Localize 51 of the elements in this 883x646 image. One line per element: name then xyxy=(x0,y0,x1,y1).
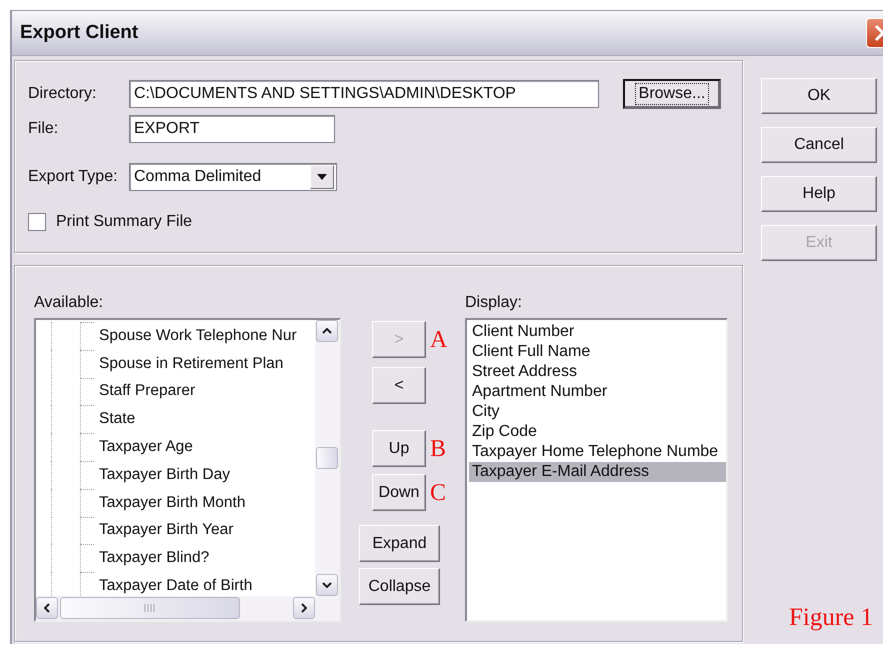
tree-item[interactable]: Spouse in Retirement Plan xyxy=(99,354,284,373)
display-label: Display: xyxy=(465,294,523,312)
directory-label: Directory: xyxy=(28,85,98,103)
horizontal-scrollbar[interactable] xyxy=(36,596,339,620)
display-item[interactable]: Apartment Number xyxy=(469,382,726,402)
display-item[interactable]: Taxpayer E-Mail Address xyxy=(469,462,726,482)
chevron-left-icon xyxy=(44,603,50,613)
move-button[interactable]: < xyxy=(372,367,426,404)
display-item[interactable]: City xyxy=(469,402,726,422)
export-type-label: Export Type: xyxy=(28,168,119,186)
move-button[interactable]: Down xyxy=(372,474,426,511)
print-summary-label: Print Summary File xyxy=(56,213,192,231)
annotation-letter: A xyxy=(430,328,448,352)
annotation-letter: C xyxy=(430,480,446,504)
chevron-up-icon xyxy=(322,328,332,334)
display-item[interactable]: Zip Code xyxy=(469,422,726,442)
dialog-button[interactable]: OK xyxy=(761,78,877,114)
annotation-letter: B xyxy=(430,436,446,460)
window-title: Export Client xyxy=(20,22,138,44)
grip-icon xyxy=(144,604,156,612)
tree-button[interactable]: Expand xyxy=(359,525,440,562)
display-item[interactable]: Taxpayer Home Telephone Numbe xyxy=(469,442,726,462)
scroll-thumb[interactable] xyxy=(316,447,338,469)
file-field[interactable]: EXPORT xyxy=(129,115,335,143)
move-button[interactable]: Up xyxy=(372,430,426,467)
tree-item[interactable]: Taxpayer Blind? xyxy=(99,549,210,568)
tree-item[interactable]: Spouse Work Telephone Nur xyxy=(99,326,297,345)
figure-caption: Figure 1 xyxy=(788,604,873,632)
scroll-thumb[interactable] xyxy=(60,597,240,619)
print-summary-checkbox[interactable] xyxy=(28,213,46,231)
tree-item[interactable]: State xyxy=(99,410,136,428)
display-item[interactable]: Client Number xyxy=(469,322,726,342)
chevron-down-icon xyxy=(322,582,332,588)
display-item[interactable]: Street Address xyxy=(469,362,726,382)
tree-item[interactable]: Taxpayer Age xyxy=(99,438,193,456)
chevron-right-icon xyxy=(301,603,307,613)
tree-item[interactable]: Taxpayer Birth Year xyxy=(99,521,234,540)
tree-item[interactable]: Taxpayer Birth Month xyxy=(99,494,246,512)
dialog-button[interactable]: Cancel xyxy=(761,127,877,163)
tree-button[interactable]: Collapse xyxy=(359,568,440,605)
tree-item[interactable]: Staff Preparer xyxy=(99,382,196,400)
directory-field[interactable]: C:\DOCUMENTS AND SETTINGS\ADMIN\DESKTOP xyxy=(129,80,599,108)
export-type-dropdown[interactable]: Comma Delimited xyxy=(129,163,337,191)
file-label: File: xyxy=(28,120,60,138)
vertical-scrollbar[interactable] xyxy=(315,320,339,596)
tree-item[interactable]: Taxpayer Birth Day xyxy=(99,466,230,484)
dialog-button[interactable]: Help xyxy=(761,176,877,212)
display-item[interactable]: Client Full Name xyxy=(469,342,726,362)
available-label: Available: xyxy=(34,294,104,312)
tree-item[interactable]: Taxpayer Date of Birth xyxy=(99,577,252,596)
browse-button[interactable]: Browse... xyxy=(623,79,721,109)
